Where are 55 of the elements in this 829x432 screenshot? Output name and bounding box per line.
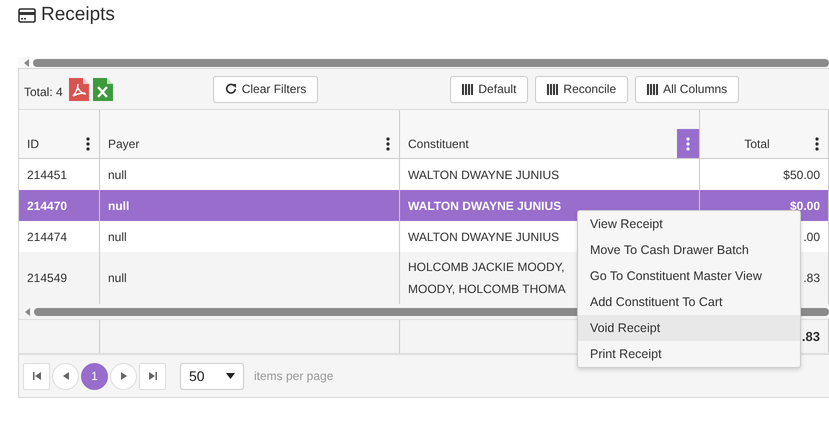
table-cell: WALTON DWAYNE JUNIUS — [408, 198, 562, 212]
pdf-export-icon[interactable] — [68, 78, 89, 100]
column-header[interactable]: Total — [708, 137, 806, 158]
page-button[interactable]: 1 — [81, 362, 108, 390]
more-icon — [815, 136, 819, 150]
table-cell: .00 — [803, 230, 820, 244]
columns-icon — [547, 84, 558, 94]
table-cell: 214549 — [27, 271, 68, 285]
table-cell: null — [108, 198, 130, 212]
table-cell: 214474 — [27, 230, 68, 244]
table-cell: WALTON DWAYNE JUNIUS — [408, 168, 560, 182]
toolbar-button[interactable]: Default — [450, 76, 528, 102]
total-count: Total: 4 — [24, 85, 63, 99]
table-cell: 214451 — [27, 168, 68, 182]
last-page-icon — [148, 372, 156, 380]
menu-item[interactable]: Print Receipt — [578, 341, 800, 367]
previous-icon — [62, 372, 68, 380]
table-cell: null — [108, 271, 127, 285]
table-cell: $50.00 — [783, 168, 820, 182]
toolbar-button[interactable]: Reconcile — [535, 76, 628, 102]
table-cell: MOODY, HOLCOMB THOMA — [408, 282, 566, 296]
menu-item[interactable]: Void Receipt — [578, 315, 800, 341]
page-size-select[interactable]: 50 — [180, 362, 244, 390]
next-page-button[interactable] — [110, 362, 137, 390]
menu-item[interactable]: Go To Constituent Master View — [578, 263, 800, 289]
table-cell: null — [108, 168, 127, 182]
caret-icon — [226, 373, 235, 379]
columns-icon — [462, 84, 474, 94]
more-icon — [686, 136, 690, 150]
first-page-icon — [32, 372, 40, 380]
more-icon — [386, 136, 390, 150]
page-title: Receipts — [41, 4, 115, 26]
last-page-button[interactable] — [139, 362, 166, 390]
column-header[interactable]: Payer — [108, 137, 377, 158]
first-page-button[interactable] — [23, 362, 50, 390]
column-header[interactable]: Constituent — [408, 137, 677, 158]
table-cell: null — [108, 230, 127, 244]
more-icon — [86, 136, 90, 150]
excel-export-icon[interactable] — [92, 78, 113, 100]
table-cell: 214470 — [27, 198, 68, 212]
horizontal-scrollbar[interactable] — [18, 57, 829, 68]
next-icon — [120, 372, 126, 380]
card-icon — [18, 8, 36, 22]
column-header[interactable]: ID — [27, 137, 77, 158]
table-cell-text: HOLCOMB JACKIE MOODY, — [408, 260, 566, 274]
table-cell: .83 — [803, 271, 820, 285]
page-size-label: items per page — [254, 369, 334, 383]
previous-page-button[interactable] — [52, 362, 79, 390]
toolbar-button[interactable]: All Columns — [635, 76, 740, 102]
table-cell: WALTON DWAYNE JUNIUS — [408, 230, 560, 244]
footer-total: .83 — [802, 329, 820, 344]
refresh-icon — [224, 83, 237, 95]
columns-icon — [647, 84, 658, 94]
table-cell: $0.00 — [790, 198, 820, 212]
toolbar-button[interactable]: Clear Filters — [212, 76, 318, 102]
